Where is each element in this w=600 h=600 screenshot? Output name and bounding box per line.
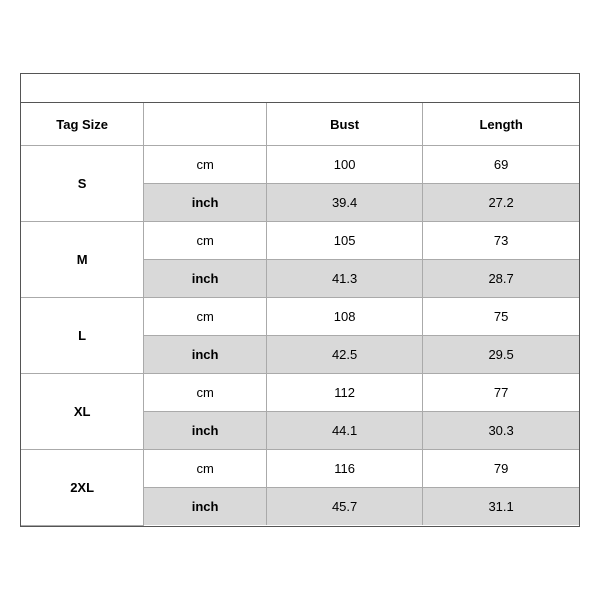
bust-cm-L: 108 [267,297,423,335]
length-cm-M: 73 [423,221,579,259]
bust-inch-S: 39.4 [267,183,423,221]
unit-inch-XL: inch [144,411,267,449]
length-inch-XL: 30.3 [423,411,579,449]
size-chart-container: Tag Size Bust Length S cm 100 69 inch 39… [20,73,580,527]
length-inch-L: 29.5 [423,335,579,373]
tag-cell-2XL: 2XL [21,449,144,525]
bust-cm-S: 100 [267,145,423,183]
bust-inch-L: 42.5 [267,335,423,373]
tag-cell-M: M [21,221,144,297]
size-table: Tag Size Bust Length S cm 100 69 inch 39… [21,103,579,526]
chart-title [21,74,579,103]
unit-inch-M: inch [144,259,267,297]
length-inch-2XL: 31.1 [423,487,579,525]
length-inch-M: 28.7 [423,259,579,297]
unit-cm-S: cm [144,145,267,183]
unit-cm-M: cm [144,221,267,259]
header-length: Length [423,103,579,145]
length-cm-2XL: 79 [423,449,579,487]
bust-cm-XL: 112 [267,373,423,411]
bust-inch-M: 41.3 [267,259,423,297]
tag-cell-XL: XL [21,373,144,449]
length-inch-S: 27.2 [423,183,579,221]
unit-inch-S: inch [144,183,267,221]
length-cm-L: 75 [423,297,579,335]
header-unit-empty [144,103,267,145]
unit-inch-2XL: inch [144,487,267,525]
bust-inch-2XL: 45.7 [267,487,423,525]
unit-cm-XL: cm [144,373,267,411]
header-bust: Bust [267,103,423,145]
length-cm-S: 69 [423,145,579,183]
tag-cell-L: L [21,297,144,373]
bust-inch-XL: 44.1 [267,411,423,449]
bust-cm-M: 105 [267,221,423,259]
length-cm-XL: 77 [423,373,579,411]
header-tag: Tag Size [21,103,144,145]
unit-inch-L: inch [144,335,267,373]
tag-cell-S: S [21,145,144,221]
bust-cm-2XL: 116 [267,449,423,487]
unit-cm-2XL: cm [144,449,267,487]
unit-cm-L: cm [144,297,267,335]
